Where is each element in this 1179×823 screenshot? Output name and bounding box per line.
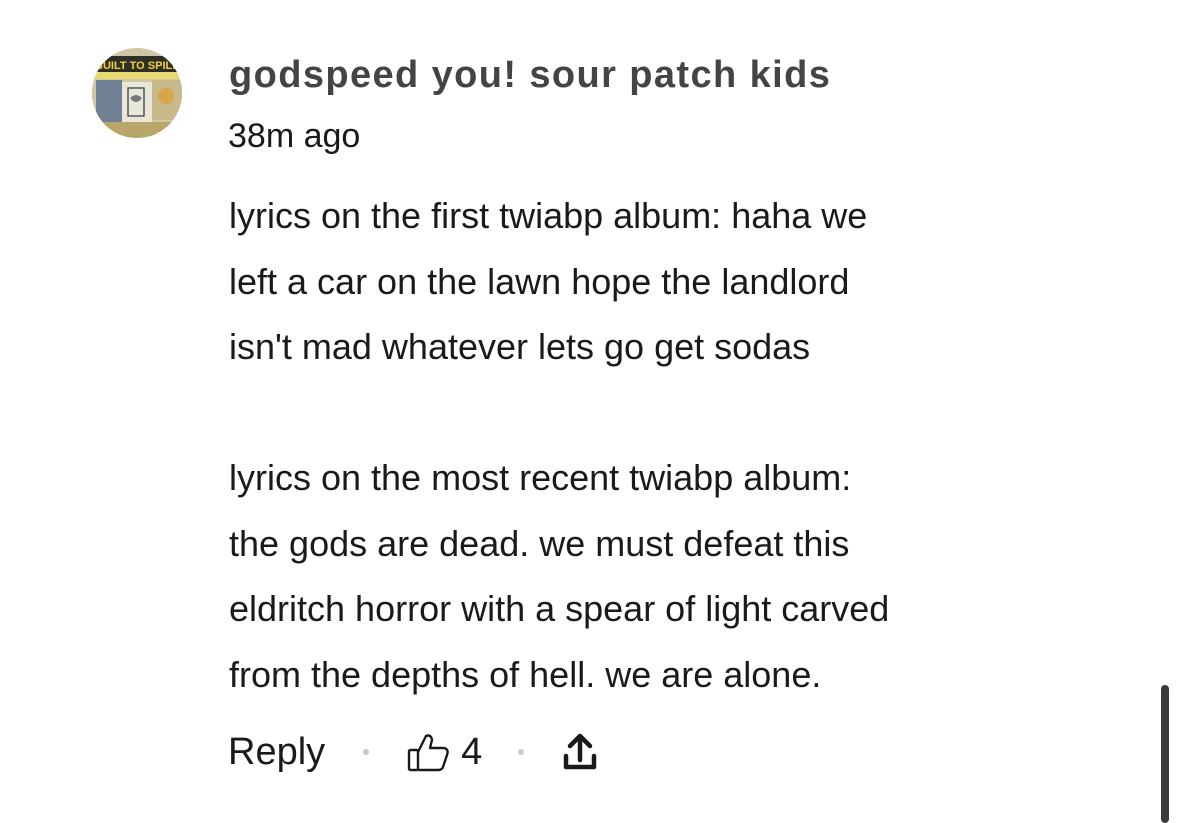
thumbs-up-icon	[407, 734, 449, 772]
timestamp: 38m ago	[228, 117, 361, 155]
comment-actions: Reply 4	[228, 722, 598, 782]
comment-line: the gods are dead. we must defeat this	[229, 522, 850, 564]
separator-dot	[518, 749, 525, 755]
comment-line: lyrics on the most recent twiabp album:	[229, 457, 852, 498]
comment-line: left a car on the lawn hope the landlord	[229, 260, 850, 302]
comment: BUILT TO SPILL godspeed you! sour patch …	[0, 0, 1179, 823]
comment-line: eldritch horror with a spear of light ca…	[229, 588, 890, 629]
comment-line: from the depths of hell. we are alone.	[229, 653, 822, 695]
comment-line: lyrics on the first twiabp album: haha w…	[229, 195, 868, 236]
like-count: 4	[461, 730, 483, 773]
comment-paragraph-1: lyrics on the first twiabp album: haha w…	[229, 183, 1109, 380]
avatar-text: BUILT TO SPILL	[95, 60, 179, 72]
comment-paragraph-2: lyrics on the most recent twiabp album: …	[229, 445, 1109, 707]
separator-dot	[363, 749, 370, 755]
user-avatar[interactable]: BUILT TO SPILL	[92, 48, 182, 138]
like-button[interactable]: 4	[407, 731, 482, 774]
share-button[interactable]	[562, 732, 598, 772]
scrollbar-thumb[interactable]	[1161, 685, 1169, 823]
reply-button[interactable]: Reply	[228, 731, 325, 774]
comment-body: lyrics on the first twiabp album: haha w…	[229, 183, 1109, 707]
avatar-image: BUILT TO SPILL	[92, 48, 182, 138]
comment-line: isn't mad whatever lets go get sodas	[229, 326, 811, 367]
username[interactable]: godspeed you! sour patch kids	[229, 54, 831, 97]
share-upload-icon	[564, 733, 597, 770]
